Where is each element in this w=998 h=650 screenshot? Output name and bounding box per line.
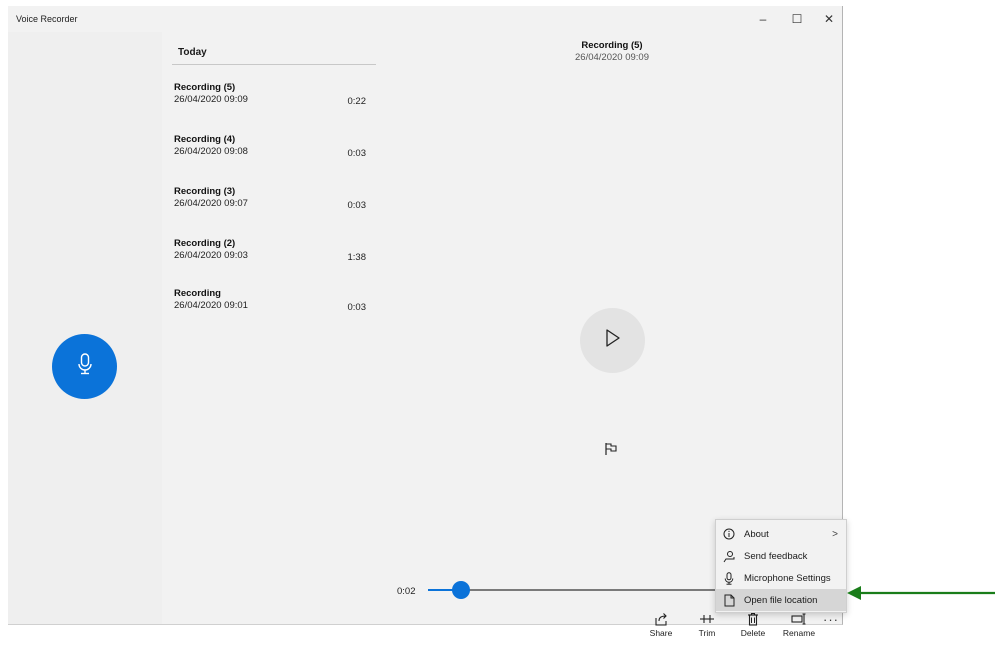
- maximize-button[interactable]: ☐: [780, 6, 814, 32]
- recording-name: Recording: [174, 288, 221, 299]
- recording-duration: 1:38: [347, 252, 367, 263]
- record-pane: [8, 32, 162, 624]
- play-button[interactable]: [580, 308, 645, 373]
- trim-label: Trim: [698, 628, 716, 638]
- list-item[interactable]: Recording (4) 26/04/2020 09:08 0:03: [174, 134, 374, 180]
- recording-date: 26/04/2020 09:07: [174, 198, 248, 209]
- trim-icon: [699, 606, 715, 626]
- recording-timestamp: 26/04/2020 09:09: [575, 52, 649, 63]
- add-marker-button[interactable]: [602, 442, 620, 460]
- menu-item-label: Microphone Settings: [744, 572, 831, 584]
- list-item[interactable]: Recording (2) 26/04/2020 09:03 1:38: [174, 238, 374, 284]
- recording-duration: 0:22: [347, 96, 367, 107]
- menu-item-label: Open file location: [744, 594, 818, 606]
- recording-date: 26/04/2020 09:08: [174, 146, 248, 157]
- microphone-icon: [77, 353, 93, 380]
- recording-duration: 0:03: [347, 302, 367, 313]
- title-bar: Voice Recorder – ☐ ✕: [8, 6, 842, 32]
- recording-duration: 0:03: [347, 200, 367, 211]
- microphone-icon: [718, 571, 740, 585]
- menu-item-send-feedback[interactable]: Send feedback: [716, 545, 846, 567]
- elapsed-time: 0:02: [397, 586, 416, 597]
- seek-thumb[interactable]: [452, 581, 470, 599]
- menu-item-about[interactable]: About >: [716, 523, 846, 545]
- feedback-icon: [718, 550, 740, 563]
- info-icon: [718, 528, 740, 540]
- group-header: Today: [178, 47, 207, 58]
- play-icon: [605, 329, 621, 352]
- recordings-list: Today Recording (5) 26/04/2020 09:09 0:2…: [162, 32, 382, 624]
- menu-item-label: About: [744, 528, 769, 540]
- recording-name: Recording (3): [174, 186, 236, 197]
- recording-name: Recording (2): [174, 238, 236, 249]
- share-icon: [654, 606, 668, 626]
- recording-name: Recording (5): [174, 82, 236, 93]
- more-icon: ···: [823, 612, 839, 627]
- minimize-button[interactable]: –: [746, 6, 780, 32]
- list-item[interactable]: Recording 26/04/2020 09:01 0:03: [174, 288, 374, 334]
- recording-date: 26/04/2020 09:03: [174, 250, 248, 261]
- recording-title: Recording (5): [581, 40, 643, 51]
- chevron-right-icon: >: [832, 528, 838, 540]
- recording-duration: 0:03: [347, 148, 367, 159]
- seek-bar[interactable]: [428, 589, 758, 591]
- list-item[interactable]: Recording (5) 26/04/2020 09:09 0:22: [174, 82, 374, 128]
- annotation-arrow: [845, 584, 995, 602]
- delete-label: Delete: [740, 628, 766, 638]
- file-icon: [718, 594, 740, 607]
- list-item[interactable]: Recording (3) 26/04/2020 09:07 0:03: [174, 186, 374, 232]
- flag-icon: [604, 442, 618, 461]
- group-divider: [172, 64, 376, 65]
- recording-date: 26/04/2020 09:01: [174, 300, 248, 311]
- close-button[interactable]: ✕: [812, 6, 846, 32]
- share-label: Share: [649, 628, 673, 638]
- recording-date: 26/04/2020 09:09: [174, 94, 248, 105]
- more-options-menu: About > Send feedback Microphone Setting…: [715, 519, 847, 613]
- share-button[interactable]: Share: [638, 606, 684, 648]
- menu-item-microphone-settings[interactable]: Microphone Settings: [716, 567, 846, 589]
- record-button[interactable]: [52, 334, 117, 399]
- recording-name: Recording (4): [174, 134, 236, 145]
- menu-item-open-file-location[interactable]: Open file location: [716, 589, 846, 611]
- rename-label: Rename: [782, 628, 816, 638]
- menu-item-label: Send feedback: [744, 550, 808, 562]
- app-title: Voice Recorder: [16, 14, 78, 24]
